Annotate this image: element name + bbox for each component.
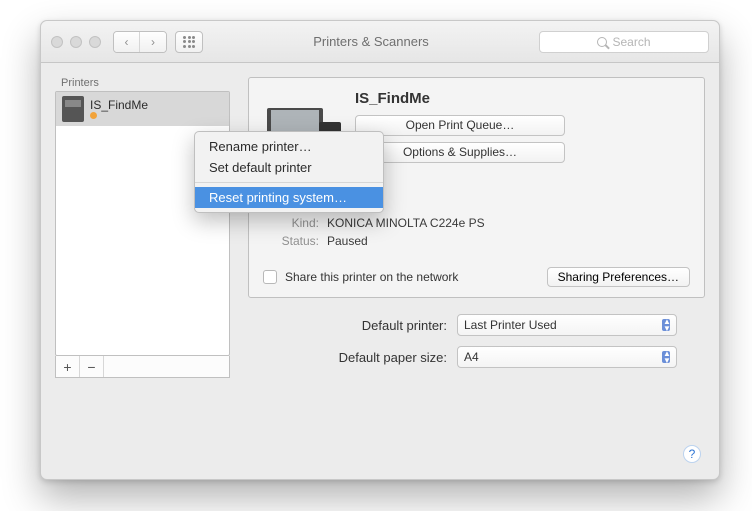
content-area: Printers IS_FindMe + − [41, 63, 719, 392]
paper-size-value: A4 [464, 350, 479, 364]
bottom-settings: Default printer: Last Printer Used ▲▼ De… [248, 310, 705, 378]
printer-item[interactable]: IS_FindMe [56, 92, 229, 126]
show-all-button[interactable] [175, 31, 203, 53]
close-icon[interactable] [51, 36, 63, 48]
share-row: Share this printer on the network Sharin… [263, 267, 690, 287]
paper-size-label: Default paper size: [339, 350, 447, 365]
search-input[interactable]: Search [539, 31, 709, 53]
default-printer-select[interactable]: Last Printer Used ▲▼ [457, 314, 677, 336]
titlebar: ‹ › Printers & Scanners Search [41, 21, 719, 63]
default-printer-label: Default printer: [362, 318, 447, 333]
zoom-icon[interactable] [89, 36, 101, 48]
ctx-set-default[interactable]: Set default printer [195, 157, 383, 178]
printer-name: IS_FindMe [90, 99, 148, 112]
sidebar: Printers IS_FindMe + − [55, 77, 230, 378]
status-value: Paused [327, 234, 368, 248]
search-icon [597, 37, 607, 47]
context-menu: Rename printer… Set default printer Rese… [194, 131, 384, 213]
nav-back-forward: ‹ › [113, 31, 167, 53]
pause-dot-icon [90, 112, 97, 119]
remove-printer-button[interactable]: − [80, 356, 104, 377]
detail-title: IS_FindMe [355, 90, 690, 107]
minimize-icon[interactable] [70, 36, 82, 48]
open-queue-button[interactable]: Open Print Queue… [355, 115, 565, 136]
share-checkbox[interactable] [263, 270, 277, 284]
sidebar-label: Printers [61, 77, 230, 89]
printer-icon [62, 96, 84, 122]
share-label: Share this printer on the network [285, 270, 458, 284]
traffic-lights [51, 36, 101, 48]
status-label: Status: [263, 234, 319, 248]
printer-info: IS_FindMe [90, 99, 148, 119]
printer-status [90, 112, 148, 119]
default-printer-value: Last Printer Used [464, 318, 557, 332]
sharing-prefs-button[interactable]: Sharing Preferences… [547, 267, 690, 287]
forward-button[interactable]: › [140, 32, 166, 52]
paper-size-select[interactable]: A4 ▲▼ [457, 346, 677, 368]
help-button[interactable]: ? [683, 445, 701, 463]
chevron-updown-icon: ▲▼ [663, 318, 669, 332]
options-supplies-button[interactable]: Options & Supplies… [355, 142, 565, 163]
prefs-window: ‹ › Printers & Scanners Search Printers … [40, 20, 720, 480]
chevron-updown-icon: ▲▼ [663, 350, 669, 364]
kind-value: KONICA MINOLTA C224e PS [327, 216, 485, 230]
add-printer-button[interactable]: + [56, 356, 80, 377]
ctx-rename[interactable]: Rename printer… [195, 136, 383, 157]
ctx-separator [195, 182, 383, 183]
search-placeholder: Search [612, 35, 650, 49]
grid-icon [183, 36, 195, 48]
ctx-reset[interactable]: Reset printing system… [195, 187, 383, 208]
sidebar-footer: + − [55, 356, 230, 378]
back-button[interactable]: ‹ [114, 32, 140, 52]
kind-label: Kind: [263, 216, 319, 230]
window-title: Printers & Scanners [203, 34, 539, 49]
